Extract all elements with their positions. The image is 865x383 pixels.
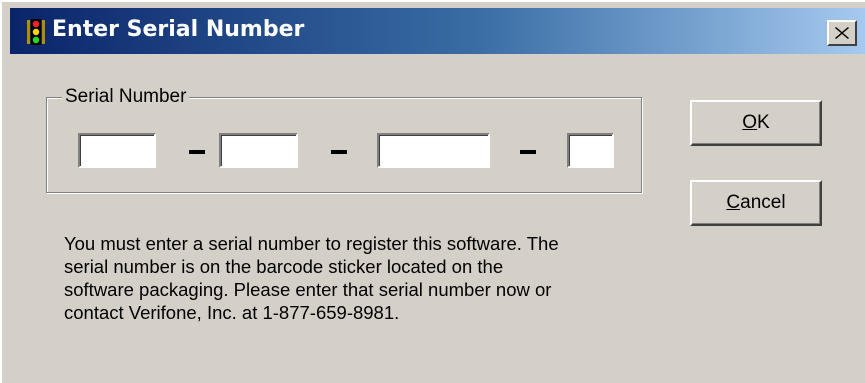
instructions-line: software packaging. Please enter that se… [64, 279, 552, 300]
serial-field-2[interactable] [219, 133, 298, 168]
ok-button-label: K [757, 112, 770, 133]
serial-number-group-label: Serial Number [62, 86, 190, 108]
close-button[interactable] [827, 20, 857, 46]
separator-dash [189, 150, 205, 154]
serial-field-4[interactable] [567, 133, 614, 168]
cancel-button[interactable]: Cancel [690, 180, 822, 226]
instructions-line: contact Verifone, Inc. at 1-877-659-8981… [64, 302, 400, 323]
serial-field-3[interactable] [377, 133, 490, 168]
title-bar[interactable]: Enter Serial Number [10, 8, 865, 54]
ok-button-mnemonic: O [742, 112, 758, 133]
window-title: Enter Serial Number [52, 17, 305, 42]
cancel-button-mnemonic: C [726, 192, 741, 213]
cancel-button-label: ancel [740, 192, 786, 213]
close-icon [835, 27, 849, 39]
serial-field-1[interactable] [78, 133, 156, 168]
instructions-line: You must enter a serial number to regist… [64, 233, 559, 254]
instructions-line: serial number is on the barcode sticker … [64, 256, 504, 277]
ok-button[interactable]: OK [690, 100, 822, 146]
traffic-light-icon [22, 18, 50, 46]
separator-dash [520, 150, 536, 154]
dialog-window: Enter Serial Number Serial Number OK Can… [0, 0, 865, 383]
separator-dash [331, 150, 347, 154]
instructions-text: You must enter a serial number to regist… [64, 232, 644, 324]
